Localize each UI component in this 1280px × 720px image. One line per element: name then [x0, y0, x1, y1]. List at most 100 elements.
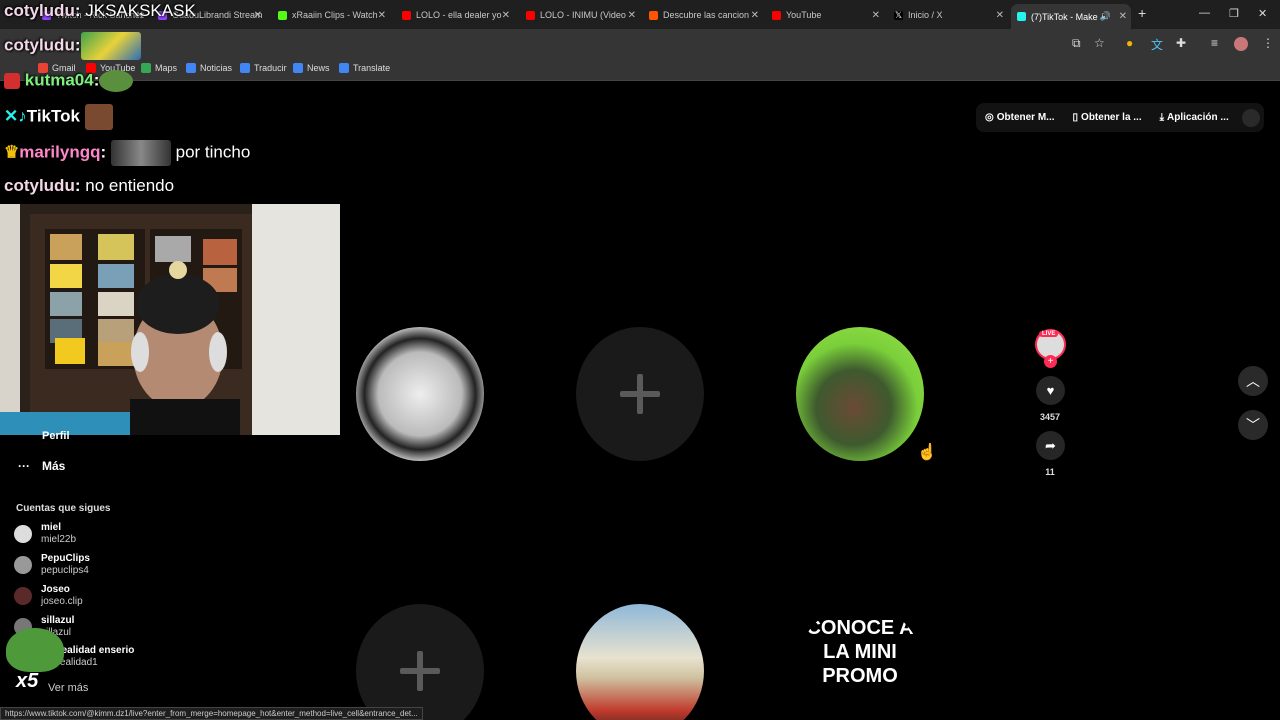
chat-emote [84, 104, 113, 130]
live-badge: LIVE [1039, 331, 1059, 337]
close-tab-icon[interactable]: ✕ [1119, 11, 1127, 22]
minimize-icon[interactable]: — [1199, 7, 1210, 19]
restore-icon[interactable]: ❐ [1229, 7, 1239, 20]
live-thumbnail[interactable] [576, 604, 704, 720]
profile-avatar[interactable] [1234, 37, 1248, 51]
bookmark-news[interactable]: News [293, 63, 330, 73]
chevron-up-icon: ︿ [1246, 373, 1260, 389]
heart-icon: ♥ [1046, 383, 1055, 398]
like-count: 3457 [1039, 412, 1061, 422]
close-tab-icon[interactable]: ✕ [254, 10, 262, 21]
webcam-image [0, 204, 340, 435]
new-tab-button[interactable]: + [1138, 5, 1146, 21]
link-status-bar: https://www.tiktok.com/@kimm.dz1/live?en… [0, 707, 423, 720]
translate-extension-icon[interactable]: 文 [1151, 36, 1163, 53]
user-avatar[interactable] [1241, 108, 1260, 127]
browser-tab[interactable]: YouTube ✕ [766, 4, 884, 26]
kick-icon [278, 10, 287, 20]
get-app-button[interactable]: ▯ Obtener la ... [1064, 112, 1151, 123]
speaker-icon[interactable]: 🔊 [1100, 11, 1111, 22]
coin-icon: ◎ [985, 112, 994, 123]
like-button[interactable]: ♥ [1036, 376, 1065, 405]
share-button[interactable]: ➦ [1036, 431, 1065, 460]
chat-message: ♛marilyngq: por tincho [4, 140, 250, 166]
previous-video-button[interactable]: ︿ [1238, 366, 1268, 396]
live-thumbnail[interactable] [796, 327, 924, 461]
close-tab-icon[interactable]: ✕ [996, 10, 1004, 21]
follow-plus-icon[interactable]: + [1044, 355, 1057, 368]
news-icon [293, 63, 303, 73]
kebab-menu-icon[interactable]: ⋮ [1262, 36, 1274, 50]
media-controls-icon[interactable]: ≡ [1211, 36, 1218, 50]
avatar [14, 587, 32, 605]
share-arrow-icon: ➦ [1045, 437, 1056, 453]
x-logo-icon: 𝕏 [894, 9, 903, 20]
bookmark-noticias[interactable]: Noticias [186, 63, 232, 73]
youtube-icon [526, 10, 535, 20]
news-icon [186, 63, 196, 73]
tiktok-icon [1017, 12, 1026, 21]
live-thumbnail[interactable]: CONOCE A LA MINI PROMO [796, 604, 924, 720]
browser-tab[interactable]: Descubre las cancion ✕ [643, 4, 763, 26]
add-circle-button[interactable] [356, 604, 484, 720]
share-count: 11 [1045, 467, 1055, 477]
sidebar-item-more[interactable]: ··· Más [18, 459, 65, 473]
browser-tab[interactable]: LOLO - ella dealer yo ✕ [396, 4, 514, 26]
frog-emote-overlay [6, 628, 64, 672]
soundcloud-icon [649, 10, 658, 20]
following-account[interactable]: PepuClips pepuclips4 [14, 553, 90, 577]
avatar [14, 525, 32, 543]
bookmark-translate[interactable]: Translate [339, 63, 390, 73]
tiktok-header-actions: ◎ Obtener M... ▯ Obtener la ... ⤓ Aplicació… [976, 103, 1264, 132]
plus-icon [400, 651, 440, 691]
chat-emote [80, 32, 141, 60]
browser-tab[interactable]: xRaaiin Clips - Watch ✕ [272, 4, 390, 26]
youtube-icon [402, 10, 411, 20]
badge-icon [4, 73, 20, 89]
phone-icon: ▯ [1072, 112, 1079, 123]
crown-icon: ♛ [4, 142, 20, 162]
browser-toolbar: ⧉ ☆ ● 文 ✚ ≡ ⋮ [0, 29, 1280, 59]
browser-tab[interactable]: 𝕏 Inicio / X ✕ [888, 4, 1008, 26]
extension-icon[interactable]: ● [1126, 36, 1133, 50]
frog-emote [99, 70, 134, 92]
bookmark-maps[interactable]: Maps [141, 63, 177, 73]
following-account[interactable]: miel miel22b [14, 522, 76, 546]
desktop-app-button[interactable]: ⤓ Aplicación ... [1151, 112, 1238, 123]
chat-message: cotyludu: no entiendo [4, 176, 175, 195]
promo-text: CONOCE A LA MINI PROMO [806, 617, 914, 687]
close-window-icon[interactable]: ✕ [1258, 7, 1267, 20]
add-circle-button[interactable] [576, 327, 704, 461]
chat-message: ✕♪TikTok [4, 104, 113, 130]
chat-emote [110, 140, 171, 166]
browser-tab[interactable]: LOLO - INIMU (Video ✕ [520, 4, 640, 26]
close-tab-icon[interactable]: ✕ [628, 10, 636, 21]
youtube-icon [772, 10, 781, 20]
maps-icon [141, 63, 151, 73]
following-section-title: Cuentas que sigues [16, 503, 111, 514]
bookmarks-bar: Gmail YouTube Maps Noticias Traducir New… [0, 59, 1280, 81]
download-icon: ⤓ [1159, 112, 1165, 123]
hand-cursor-icon: ☝ [917, 444, 937, 461]
chevron-down-icon: ﹀ [1246, 417, 1260, 433]
avatar [14, 556, 32, 574]
see-more-link[interactable]: Ver más [48, 682, 88, 694]
install-app-icon[interactable]: ⧉ [1072, 36, 1081, 51]
sidebar-item-profile[interactable]: Perfil [42, 430, 70, 442]
bookmark-traducir[interactable]: Traducir [240, 63, 287, 73]
translate-icon [339, 63, 349, 73]
close-tab-icon[interactable]: ✕ [378, 10, 386, 21]
close-tab-icon[interactable]: ✕ [502, 10, 510, 21]
close-tab-icon[interactable]: ✕ [872, 10, 880, 21]
next-video-button[interactable]: ﹀ [1238, 410, 1268, 440]
close-tab-icon[interactable]: ✕ [751, 10, 759, 21]
bookmark-star-icon[interactable]: ☆ [1094, 36, 1105, 50]
get-coins-button[interactable]: ◎ Obtener M... [976, 112, 1064, 123]
following-account[interactable]: Joseo joseo.clip [14, 584, 83, 608]
live-thumbnail[interactable] [356, 327, 484, 461]
puzzle-icon[interactable]: ✚ [1176, 36, 1186, 50]
webcam-feed [0, 204, 340, 435]
emote-multiplier: x5 [16, 670, 39, 692]
browser-tab-active[interactable]: (7)TikTok - Make 🔊 ✕ [1011, 4, 1131, 29]
plus-icon [620, 374, 660, 414]
